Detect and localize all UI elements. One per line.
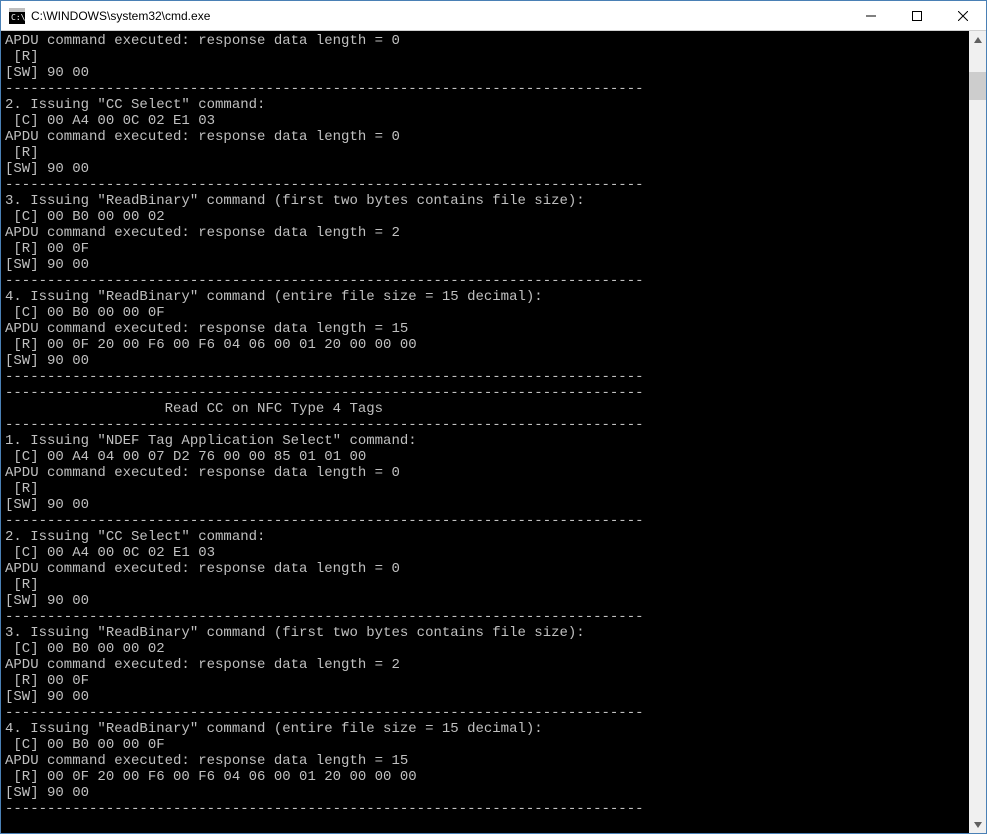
console-line: 2. Issuing "CC Select" command: [5, 529, 969, 545]
console-line: APDU command executed: response data len… [5, 561, 969, 577]
console-line: APDU command executed: response data len… [5, 129, 969, 145]
console-line: [SW] 90 00 [5, 497, 969, 513]
vertical-scrollbar[interactable] [969, 31, 986, 833]
console-output[interactable]: APDU command executed: response data len… [1, 31, 969, 833]
console-line: APDU command executed: response data len… [5, 753, 969, 769]
console-line: [R] 00 0F [5, 241, 969, 257]
console-line: ----------------------------------------… [5, 609, 969, 625]
scroll-down-button[interactable] [969, 816, 986, 833]
cmd-icon: C:\ [9, 8, 25, 24]
console-line: [SW] 90 00 [5, 593, 969, 609]
console-line: [C] 00 A4 00 0C 02 E1 03 [5, 545, 969, 561]
chevron-down-icon [974, 822, 982, 828]
scroll-thumb[interactable] [969, 72, 986, 100]
minimize-button[interactable] [848, 1, 894, 31]
console-line: [R] [5, 481, 969, 497]
console-line: APDU command executed: response data len… [5, 465, 969, 481]
console-line: 4. Issuing "ReadBinary" command (entire … [5, 289, 969, 305]
console-line: ----------------------------------------… [5, 177, 969, 193]
console-line: [C] 00 B0 00 00 0F [5, 737, 969, 753]
chevron-up-icon [974, 37, 982, 43]
minimize-icon [866, 11, 876, 21]
console-line: [C] 00 B0 00 00 02 [5, 209, 969, 225]
console-line: 1. Issuing "NDEF Tag Application Select"… [5, 433, 969, 449]
console-line: [C] 00 B0 00 00 02 [5, 641, 969, 657]
console-line: APDU command executed: response data len… [5, 33, 969, 49]
console-line: 3. Issuing "ReadBinary" command (first t… [5, 625, 969, 641]
console-line: APDU command executed: response data len… [5, 225, 969, 241]
svg-text:C:\: C:\ [11, 13, 25, 22]
console-line: [C] 00 A4 00 0C 02 E1 03 [5, 113, 969, 129]
maximize-icon [912, 11, 922, 21]
console-line: Read CC on NFC Type 4 Tags [5, 401, 969, 417]
console-line: APDU command executed: response data len… [5, 321, 969, 337]
console-line: ----------------------------------------… [5, 513, 969, 529]
console-line: APDU command executed: response data len… [5, 657, 969, 673]
title-bar[interactable]: C:\ C:\WINDOWS\system32\cmd.exe [1, 1, 986, 31]
close-button[interactable] [940, 1, 986, 31]
scroll-track[interactable] [969, 48, 986, 816]
console-line: [SW] 90 00 [5, 257, 969, 273]
client-area: APDU command executed: response data len… [1, 31, 986, 833]
console-line: [SW] 90 00 [5, 65, 969, 81]
console-line: [SW] 90 00 [5, 785, 969, 801]
window-title: C:\WINDOWS\system32\cmd.exe [31, 9, 210, 23]
console-line: [R] 00 0F 20 00 F6 00 F6 04 06 00 01 20 … [5, 769, 969, 785]
console-line: [C] 00 B0 00 00 0F [5, 305, 969, 321]
console-line: [SW] 90 00 [5, 689, 969, 705]
console-line: 2. Issuing "CC Select" command: [5, 97, 969, 113]
console-line: 4. Issuing "ReadBinary" command (entire … [5, 721, 969, 737]
console-line: [R] [5, 49, 969, 65]
console-line: [C] 00 A4 04 00 07 D2 76 00 00 85 01 01 … [5, 449, 969, 465]
console-line: 3. Issuing "ReadBinary" command (first t… [5, 193, 969, 209]
console-line: [R] 00 0F [5, 673, 969, 689]
scroll-up-button[interactable] [969, 31, 986, 48]
console-line: ----------------------------------------… [5, 81, 969, 97]
close-icon [958, 11, 968, 21]
console-line: ----------------------------------------… [5, 273, 969, 289]
console-line: ----------------------------------------… [5, 417, 969, 433]
console-line: ----------------------------------------… [5, 705, 969, 721]
console-line: [R] [5, 145, 969, 161]
console-line: ----------------------------------------… [5, 801, 969, 817]
console-line: [R] 00 0F 20 00 F6 00 F6 04 06 00 01 20 … [5, 337, 969, 353]
maximize-button[interactable] [894, 1, 940, 31]
console-line: [SW] 90 00 [5, 161, 969, 177]
console-line: [R] [5, 577, 969, 593]
console-line: ----------------------------------------… [5, 385, 969, 401]
console-line: [SW] 90 00 [5, 353, 969, 369]
cmd-window: C:\ C:\WINDOWS\system32\cmd.exe APDU com… [0, 0, 987, 834]
console-line: ----------------------------------------… [5, 369, 969, 385]
